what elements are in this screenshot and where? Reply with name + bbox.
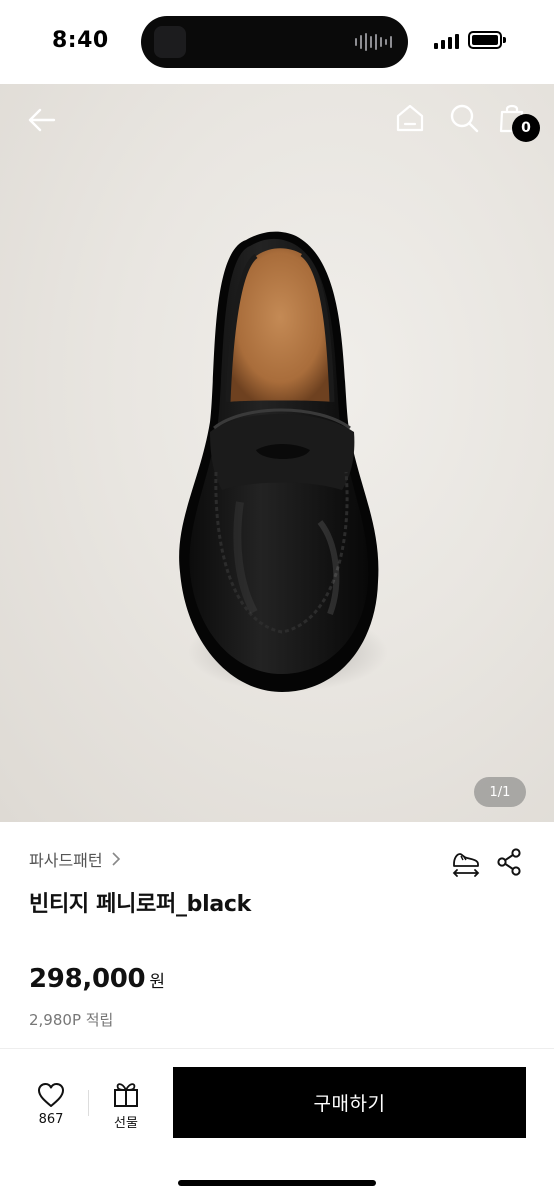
- product-name: 빈티지 페니로퍼_black: [29, 892, 251, 917]
- search-button[interactable]: [448, 102, 480, 134]
- divider: [0, 1048, 554, 1049]
- signal-icon: [434, 33, 459, 49]
- battery-icon: [468, 31, 502, 49]
- back-button[interactable]: [26, 104, 58, 136]
- back-arrow-icon: [28, 108, 56, 132]
- status-bar: 8:40: [0, 0, 554, 84]
- gift-icon: [114, 1083, 138, 1107]
- product-image: [179, 231, 388, 692]
- camera-icon: [154, 26, 186, 58]
- like-button[interactable]: 867: [22, 1078, 80, 1134]
- brand-name: 파사드패턴: [29, 851, 103, 870]
- buy-button[interactable]: 구매하기: [173, 1067, 526, 1138]
- product-image-gallery[interactable]: 0 1/1: [0, 84, 554, 822]
- home-icon: [396, 104, 424, 132]
- dynamic-island: [141, 16, 408, 68]
- heart-icon: [38, 1083, 64, 1107]
- share-button[interactable]: [496, 848, 522, 876]
- price-unit: 원: [149, 972, 165, 992]
- brand-link[interactable]: 파사드패턴: [29, 847, 121, 871]
- gift-button[interactable]: 선물: [98, 1078, 154, 1134]
- like-count: 867: [38, 1112, 64, 1127]
- search-icon: [450, 104, 479, 133]
- chevron-right-icon: [112, 852, 120, 866]
- reward-points: 2,980P 적립: [29, 1011, 114, 1029]
- home-button[interactable]: [394, 102, 426, 134]
- cart-count-badge: 0: [512, 114, 540, 142]
- home-indicator: [178, 1180, 376, 1186]
- price-amount: 298,000: [29, 964, 146, 994]
- audio-wave-icon: [355, 33, 392, 51]
- gift-label: 선물: [114, 1116, 138, 1131]
- gallery-page-indicator: 1/1: [474, 777, 526, 807]
- size-compare-icon: [452, 853, 480, 877]
- size-compare-button[interactable]: [451, 848, 481, 878]
- status-time: 8:40: [52, 28, 109, 53]
- share-icon: [497, 848, 521, 876]
- price: 298,000 원: [29, 964, 165, 994]
- vertical-divider: [88, 1090, 89, 1116]
